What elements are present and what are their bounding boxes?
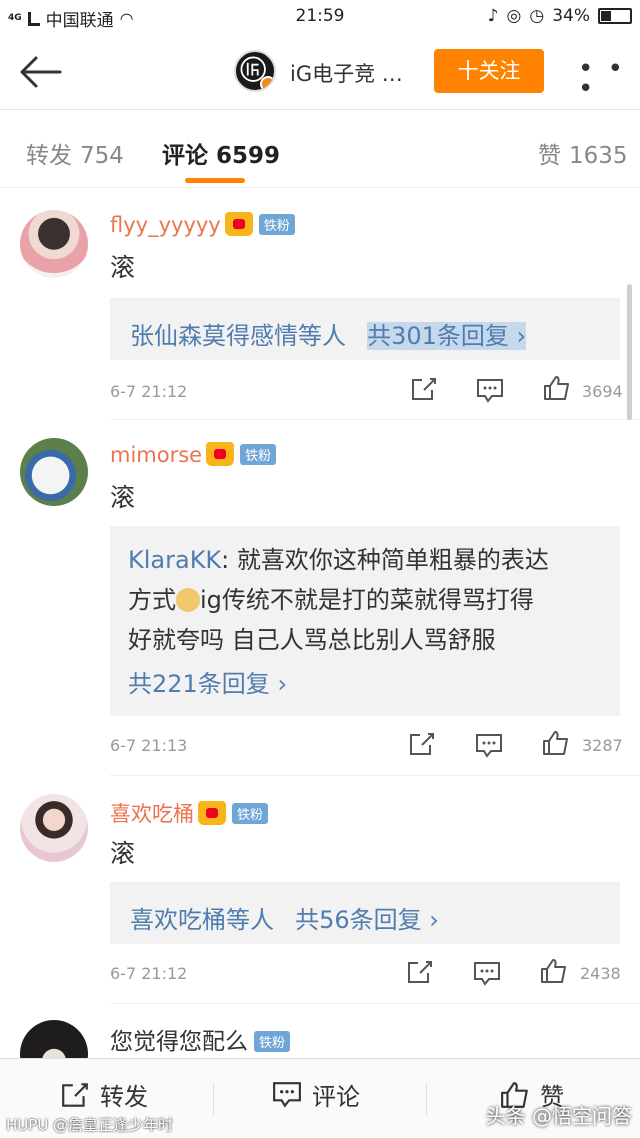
fan-badge: 铁粉 [232,803,269,824]
divider [213,1083,214,1115]
reply-users: 张仙森莫得感情等人 [130,322,346,350]
avatar[interactable] [20,794,88,862]
comment-icon[interactable] [473,961,501,987]
reply-text-line: 方式 [128,586,176,614]
comment-icon [273,1081,301,1108]
chevron-right-icon: › [516,322,527,350]
tab-label: 转发 [26,143,72,169]
reply-text-line: ig传统不就是打的菜就得骂打得 [200,586,534,614]
watermark-hupu: HUPU @詹皇正逢少年时 [6,1116,174,1134]
comment-text: 滚 [110,483,136,512]
comment-label: 评论 [312,1083,360,1111]
tab-count: 6599 [216,143,281,169]
comment-username[interactable]: mimorse 铁粉 [110,442,277,467]
verified-badge-icon [260,76,274,90]
account-avatar[interactable] [234,50,276,92]
avatar[interactable] [20,438,88,506]
status-bar: 4G 中国联通 ◠ 21:59 ♪ ◎ ◷ 34% [0,0,640,34]
tab-likes[interactable]: 赞 1635 [538,136,628,170]
nav-bar: iG电子竞 … 十关注 • • • [0,34,640,110]
tab-label: 赞 [538,143,561,169]
reply-preview[interactable]: 张仙森莫得感情等人 共301条回复 › [110,298,620,360]
comment-item: mimorse 铁粉 滚 KlaraKK: 就喜欢你这种简单粗暴的表达 方式 ig传… [0,420,640,776]
reply-text: KlaraKK: 就喜欢你这种简单粗暴的表达 方式 ig传统不就是打的菜就得骂打得… [128,540,602,660]
battery-level: 34% [552,6,590,26]
comment-time: 6-7 21:12 [110,964,188,983]
share-icon [62,1082,88,1107]
comment-text: 滚 [110,839,136,868]
repost-label: 转发 [100,1083,148,1111]
comment-username[interactable]: 喜欢吃桶 铁粉 [110,798,269,828]
lock-rotation-icon: ◎ [506,6,522,26]
crown-icon [206,442,235,466]
comment-time: 6-7 21:12 [110,382,188,401]
reply-count: 共301条回复 [367,322,509,350]
account-name[interactable]: iG电子竞 … [290,58,403,88]
tab-bar: 转发 754 评论 6599 赞 1635 [0,110,640,188]
reply-users: 喜欢吃桶等人 [130,906,274,934]
like-icon[interactable] [540,958,568,984]
like-icon[interactable] [542,730,570,756]
reply-count-link[interactable]: 共221条回复 › [128,664,602,699]
username-text: flyy_yyyyy [110,213,221,237]
alarm-icon: ◷ [529,6,545,26]
avatar[interactable] [20,1020,88,1058]
reply-count: 共56条回复 [295,906,422,934]
divider [426,1083,427,1115]
reply-text-line: 好就夸吗 自己人骂总比别人骂舒服 [128,626,496,654]
tab-count: 754 [80,143,124,169]
battery-icon [598,8,632,24]
comment-time: 6-7 21:13 [110,736,188,755]
comment-item: flyy_yyyyy 铁粉 滚 张仙森莫得感情等人 共301条回复 › 6-7 2… [0,190,640,420]
reply-text-line: : 就喜欢你这种简单粗暴的表达 [221,546,549,574]
chevron-right-icon: › [277,670,288,698]
fan-badge: 铁粉 [254,1031,291,1052]
reply-preview[interactable]: KlaraKK: 就喜欢你这种简单粗暴的表达 方式 ig传统不就是打的菜就得骂打得… [110,526,620,716]
doge-emoji-icon [176,588,200,612]
reply-username[interactable]: KlaraKK [128,546,221,574]
avatar[interactable] [20,210,88,278]
username-text: 喜欢吃桶 [110,802,194,826]
fan-badge: 铁粉 [240,444,277,465]
comment-item: 您觉得您配么 铁粉 [0,1004,640,1058]
share-icon[interactable] [410,376,438,402]
fan-badge: 铁粉 [258,214,295,235]
repost-button[interactable]: 转发 [60,1077,148,1112]
crown-icon [224,212,253,236]
back-arrow-icon[interactable] [16,54,64,90]
share-icon[interactable] [406,959,434,985]
comment-text: 滚 [110,253,136,282]
share-icon[interactable] [408,731,436,757]
comment-button[interactable]: 评论 [272,1077,360,1112]
like-count: 3287 [582,736,623,755]
comment-item: 喜欢吃桶 铁粉 滚 喜欢吃桶等人 共56条回复 › 6-7 21:12 2438 [0,776,640,1004]
comment-username[interactable]: flyy_yyyyy 铁粉 [110,212,295,237]
watermark-wukong: 头条 @悟空问答 [485,1104,632,1128]
username-text: mimorse [110,443,203,467]
more-options-icon[interactable]: • • • [578,56,640,102]
reply-count-link[interactable]: 共56条回复 › [295,906,439,934]
comment-icon[interactable] [476,378,504,404]
active-tab-indicator [185,178,245,183]
comment-text: 您觉得您配么 铁粉 [110,1022,291,1056]
crown-icon [198,801,226,825]
tab-label: 评论 [162,143,208,169]
comment-text-content: 您觉得您配么 [110,1029,248,1055]
mute-icon: ♪ [487,6,499,26]
tab-comments[interactable]: 评论 6599 [162,136,280,170]
like-count: 2438 [580,964,621,983]
scrollbar[interactable] [627,284,632,420]
reply-count-link[interactable]: 共301条回复 › [367,322,527,350]
reply-preview[interactable]: 喜欢吃桶等人 共56条回复 › [110,882,620,944]
comment-icon[interactable] [475,733,503,759]
tab-count: 1635 [569,143,628,169]
like-count: 3694 [582,382,623,401]
reply-count: 共221条回复 [128,670,270,698]
chevron-right-icon: › [429,906,439,934]
follow-button[interactable]: 十关注 [434,49,544,93]
like-icon[interactable] [543,375,571,401]
tab-repost[interactable]: 转发 754 [26,136,124,170]
